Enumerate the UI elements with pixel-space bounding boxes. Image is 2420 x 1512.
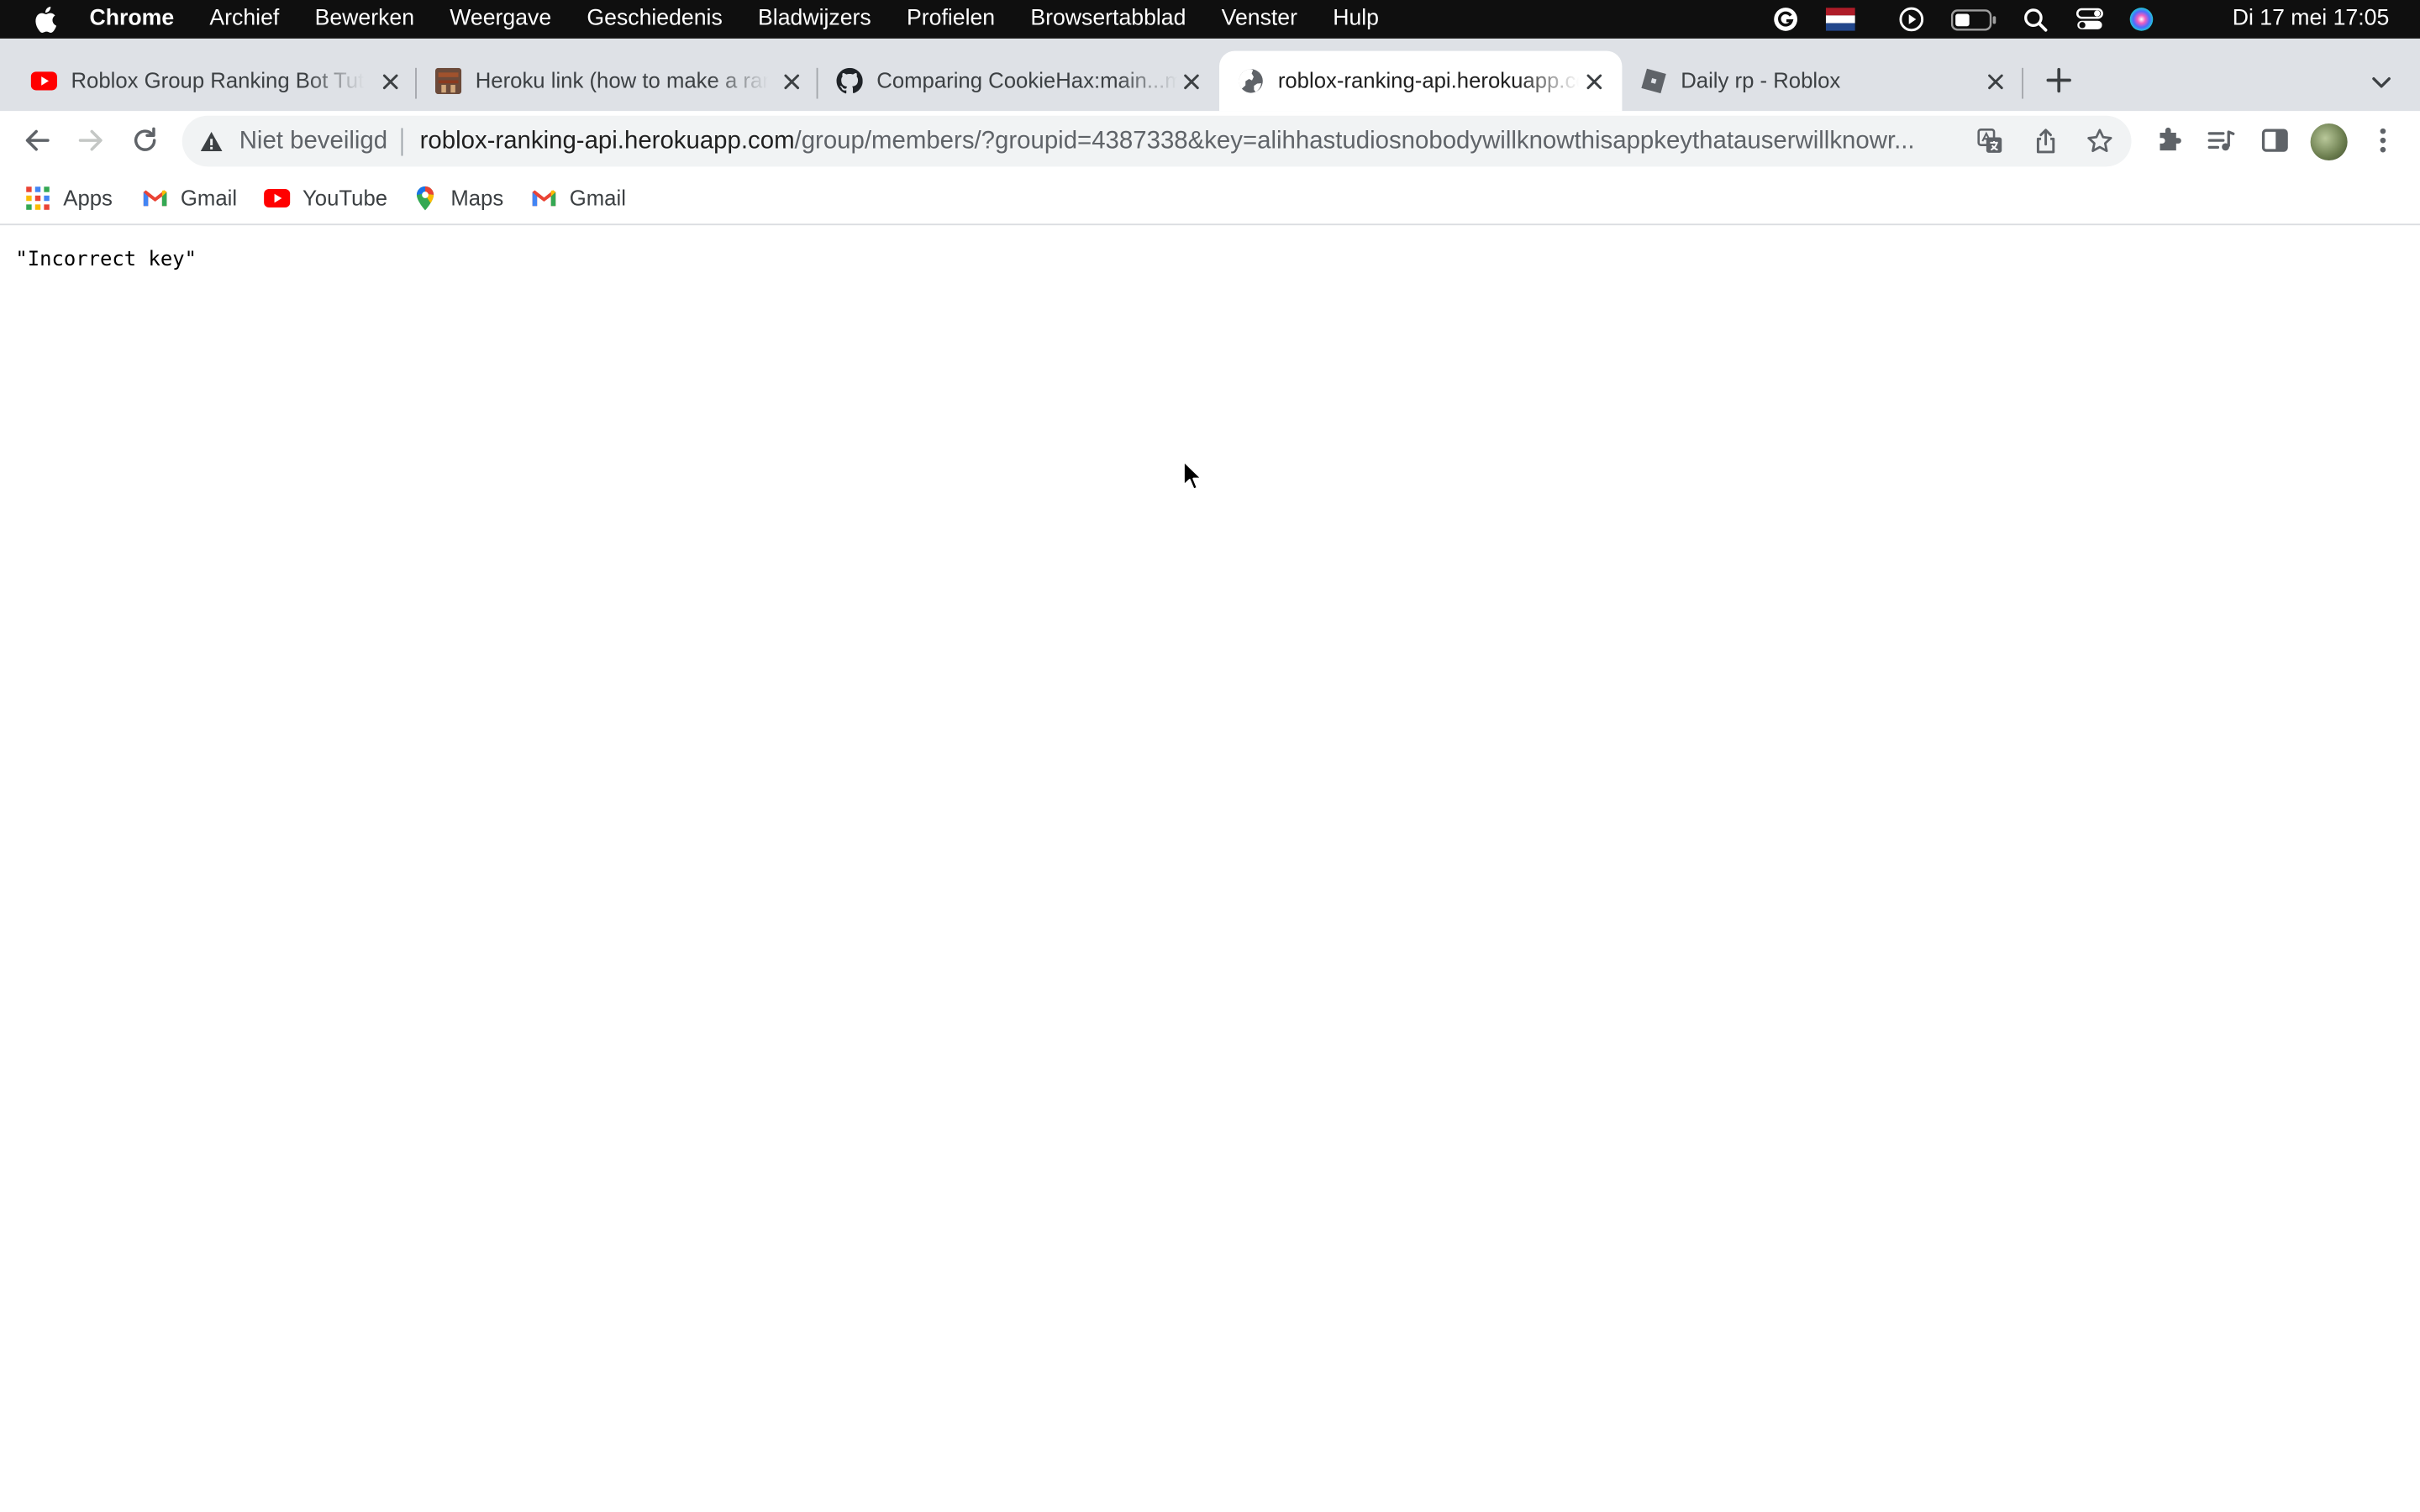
security-status-label[interactable]: Niet beveiligd xyxy=(239,116,387,167)
url-host: roblox-ranking-api.herokuapp.com xyxy=(419,128,795,155)
bookmark-label: Gmail xyxy=(569,185,626,210)
macos-menu-bar: Chrome Archief Bewerken Weergave Geschie… xyxy=(0,0,2420,39)
dutch-flag-icon[interactable] xyxy=(1825,8,1855,31)
menu-profielen[interactable]: Profielen xyxy=(907,0,995,39)
youtube-icon xyxy=(30,71,57,91)
tab-heroku-link[interactable]: Heroku link (how to make a ranking bot) xyxy=(417,51,818,112)
bookmark-label: YouTube xyxy=(302,185,388,210)
tab-title: Daily rp - Roblox xyxy=(1681,67,1841,93)
maps-pin-icon xyxy=(416,185,434,210)
side-panel-icon[interactable] xyxy=(2260,125,2291,156)
tab-roblox-ranking-api-active[interactable]: roblox-ranking-api.herokuapp.com xyxy=(1219,50,1623,112)
bookmark-maps[interactable]: Maps xyxy=(412,171,503,223)
new-tab-plus-icon[interactable] xyxy=(2044,65,2075,96)
menu-bladwijzers[interactable]: Bladwijzers xyxy=(758,0,871,39)
back-arrow-icon[interactable] xyxy=(22,125,53,156)
address-bar[interactable]: Niet beveiligd roblox-ranking-api.heroku… xyxy=(182,115,2132,167)
image-thumbnail-icon xyxy=(434,67,462,95)
menu-archief[interactable]: Archief xyxy=(209,0,279,39)
menu-bar-clock[interactable]: Di 17 mei 17:05 xyxy=(2233,0,2390,39)
close-tab-icon[interactable] xyxy=(1582,70,1607,94)
youtube-icon xyxy=(264,188,291,207)
apps-grid-icon xyxy=(26,186,50,209)
url-text[interactable]: roblox-ranking-api.herokuapp.com/group/m… xyxy=(420,116,1953,167)
tab-roblox-ranking-bot-tutorial[interactable]: Roblox Group Ranking Bot Tutorial xyxy=(13,51,414,112)
reload-icon[interactable] xyxy=(129,125,160,156)
tab-strip: Roblox Group Ranking Bot Tutorial Heroku… xyxy=(0,38,2420,112)
profile-avatar[interactable] xyxy=(2310,123,2348,161)
bookmarks-bar: Apps Gmail YouTube Maps Gmail xyxy=(0,171,2420,226)
gmail-icon xyxy=(532,189,556,206)
omnibox-divider xyxy=(401,128,403,156)
bookmark-apps[interactable]: Apps xyxy=(24,171,113,223)
bookmark-label: Gmail xyxy=(180,185,238,210)
tab-title: Comparing CookieHax:main...m xyxy=(876,67,1178,93)
tab-title: Roblox Group Ranking Bot Tutorial xyxy=(71,67,365,93)
bookmark-label: Apps xyxy=(63,185,113,210)
menu-hulp[interactable]: Hulp xyxy=(1333,0,1379,39)
menu-weergave[interactable]: Weergave xyxy=(450,0,551,39)
tab-title: roblox-ranking-api.herokuapp.com xyxy=(1277,67,1579,93)
menu-venster[interactable]: Venster xyxy=(1222,0,1297,39)
more-menu-icon[interactable] xyxy=(2368,125,2399,156)
battery-icon[interactable] xyxy=(1950,9,1997,31)
spotlight-search-icon[interactable] xyxy=(2023,8,2048,32)
tab-search-chevron-down-icon[interactable] xyxy=(2369,70,2393,94)
menu-bar-status-area: Di 17 mei 17:05 xyxy=(1772,0,2420,39)
mouse-pointer-icon xyxy=(1182,460,1203,491)
warning-triangle-icon[interactable] xyxy=(199,129,224,154)
close-tab-icon[interactable] xyxy=(780,70,804,94)
page-content: "Incorrect key" xyxy=(0,227,2420,1512)
response-body-text: "Incorrect key" xyxy=(15,248,197,272)
bookmark-label: Maps xyxy=(450,185,504,210)
tab-comparing-cookiehax[interactable]: Comparing CookieHax:main...m xyxy=(818,51,1219,112)
bookmark-youtube[interactable]: YouTube xyxy=(264,171,387,223)
menu-browsertabblad[interactable]: Browsertabblad xyxy=(1030,0,1186,39)
bookmark-gmail-2[interactable]: Gmail xyxy=(531,171,626,223)
forward-arrow-icon[interactable] xyxy=(76,125,107,156)
url-path: /group/members/?groupid=4387338&key=alih… xyxy=(794,128,1915,155)
siri-icon[interactable] xyxy=(2128,6,2154,32)
roblox-icon xyxy=(1641,68,1666,94)
grammarly-icon[interactable] xyxy=(1772,6,1800,32)
gmail-icon xyxy=(143,189,167,206)
extensions-puzzle-icon[interactable] xyxy=(2153,125,2184,156)
tab-separator xyxy=(2022,67,2023,99)
menu-app-chrome[interactable]: Chrome xyxy=(90,0,175,39)
github-icon xyxy=(836,67,863,94)
tab-title: Heroku link (how to make a ranking bot) xyxy=(475,67,769,93)
close-tab-icon[interactable] xyxy=(1983,70,2007,94)
control-center-icon[interactable] xyxy=(2075,6,2103,32)
screen: Chrome Archief Bewerken Weergave Geschie… xyxy=(0,0,2420,1512)
tab-daily-rp-roblox[interactable]: Daily rp - Roblox xyxy=(1622,51,2023,112)
share-icon[interactable] xyxy=(2033,128,2059,154)
play-circle-icon[interactable] xyxy=(1898,6,1924,32)
browser-toolbar: Niet beveiligd roblox-ranking-api.heroku… xyxy=(0,111,2420,171)
menu-geschiedenis[interactable]: Geschiedenis xyxy=(587,0,722,39)
bookmark-gmail[interactable]: Gmail xyxy=(142,171,237,223)
close-tab-icon[interactable] xyxy=(378,70,402,94)
close-tab-icon[interactable] xyxy=(1179,70,1203,94)
translate-icon[interactable] xyxy=(1977,128,2003,154)
globe-icon xyxy=(1239,69,1263,93)
media-control-icon[interactable] xyxy=(2206,125,2237,156)
bookmark-star-icon[interactable] xyxy=(2086,128,2112,154)
apple-logo-icon[interactable] xyxy=(31,5,57,34)
menu-bewerken[interactable]: Bewerken xyxy=(315,0,414,39)
